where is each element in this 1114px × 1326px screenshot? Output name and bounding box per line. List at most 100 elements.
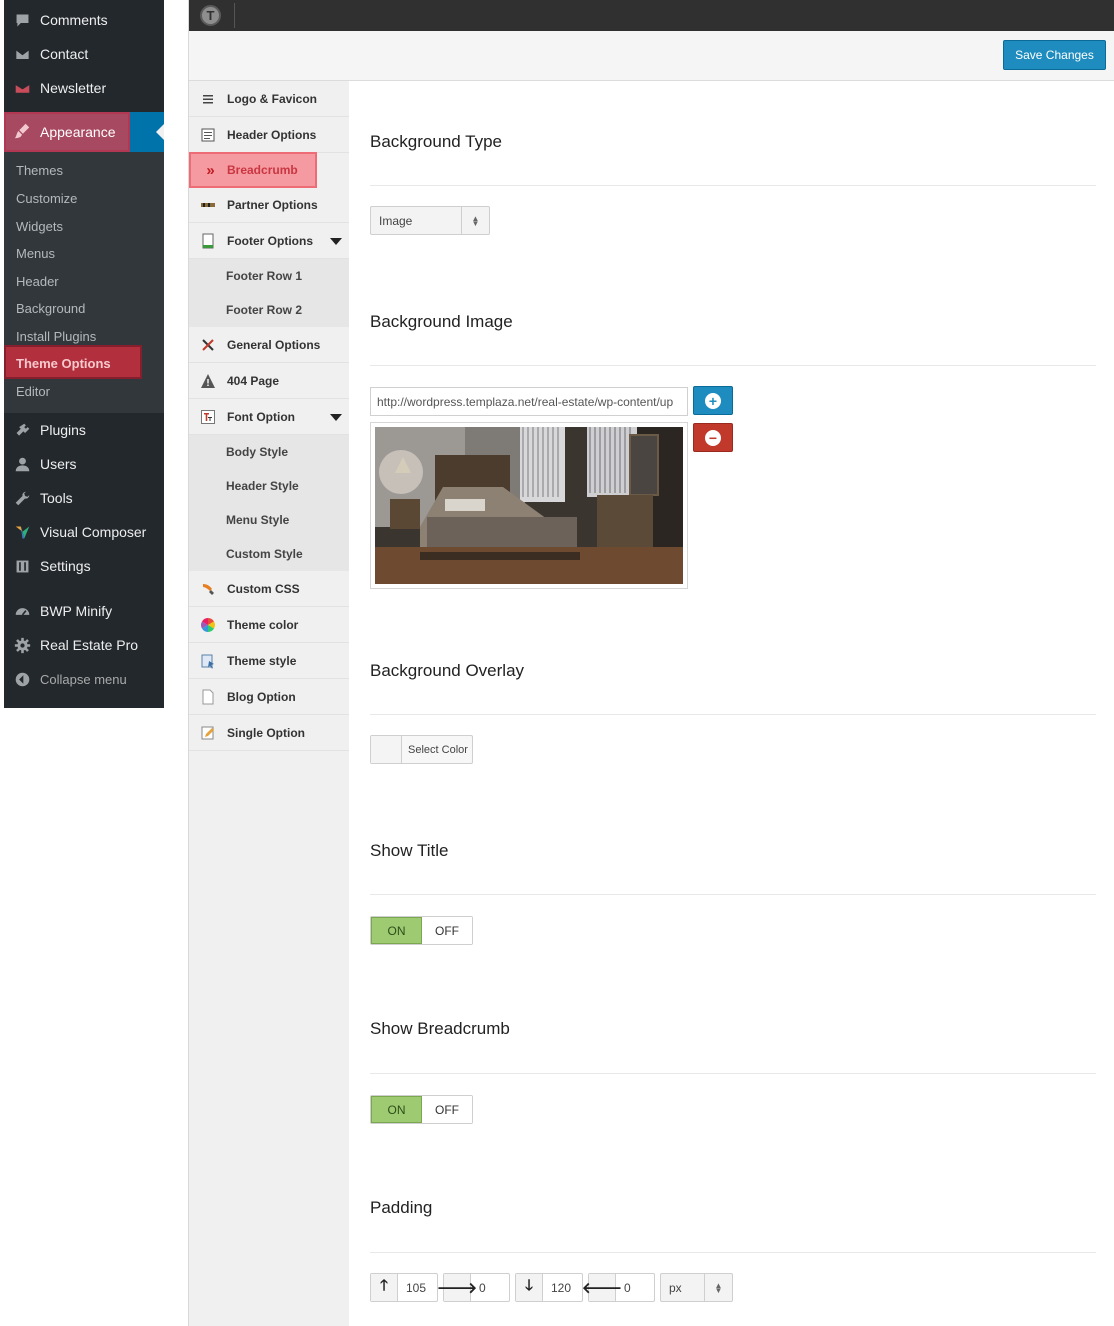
gauge-icon (4, 603, 40, 620)
arrow-left-icon: 🡐 (582, 1274, 622, 1301)
arrow-up-icon: 🡑 (371, 1274, 398, 1301)
show-title-off-button[interactable]: OFF (422, 917, 472, 944)
padding-unit-select[interactable]: px ▲ ▼ (660, 1273, 733, 1302)
templaza-logo-icon: T (200, 5, 221, 26)
wp-menu-label: Plugins (40, 422, 86, 438)
background-type-select[interactable]: Image ▲ ▼ (370, 206, 490, 235)
select-value: Image (379, 214, 413, 228)
menu-header-style[interactable]: Header Style (189, 469, 349, 503)
collapse-menu[interactable]: Collapse menu (4, 662, 164, 696)
wp-menu-comments[interactable]: Comments (4, 3, 164, 37)
edit-page-icon (189, 725, 227, 741)
submenu-background[interactable]: Background (16, 301, 85, 316)
wp-menu-bwp-minify[interactable]: BWP Minify (4, 594, 164, 628)
section-divider (370, 714, 1096, 715)
wp-menu-contact[interactable]: Contact (4, 37, 164, 71)
comment-icon (4, 12, 40, 29)
section-divider (370, 894, 1096, 895)
menu-logo-favicon[interactable]: Logo & Favicon (189, 81, 349, 117)
save-bar: Save Changes (189, 31, 1114, 81)
double-chevron-icon: » (206, 161, 214, 179)
save-changes-button[interactable]: Save Changes (1003, 40, 1106, 70)
submenu-editor[interactable]: Editor (16, 384, 50, 399)
remove-image-button[interactable]: − (693, 423, 733, 452)
wp-menu-tools[interactable]: Tools (4, 481, 164, 515)
theme-options-panel: T Save Changes Logo & Favicon Header Opt… (188, 0, 1114, 1326)
wp-menu-settings[interactable]: Settings (4, 549, 164, 583)
menu-header-options[interactable]: Header Options (189, 117, 349, 153)
options-menu: Logo & Favicon Header Options » Breadcru… (189, 81, 349, 1326)
wp-menu-label: Tools (40, 490, 73, 506)
background-image-url-input[interactable] (370, 387, 688, 416)
show-breadcrumb-off-button[interactable]: OFF (422, 1096, 472, 1123)
newsletter-icon (4, 80, 40, 97)
menu-custom-css[interactable]: Custom CSS (189, 571, 349, 607)
menu-theme-style[interactable]: Theme style (189, 643, 349, 679)
overlay-color-picker[interactable]: Select Color (370, 735, 473, 764)
wrench-icon (4, 490, 40, 507)
menu-label: Header Options (227, 127, 317, 142)
wp-menu-newsletter[interactable]: Newsletter (4, 71, 164, 105)
wp-menu-plugins[interactable]: Plugins (4, 413, 164, 447)
wp-menu-visual-composer[interactable]: Visual Composer (4, 515, 164, 549)
padding-left-value: 0 (624, 1280, 631, 1295)
padding-top-value: 105 (406, 1280, 427, 1295)
select-color-label: Select Color (408, 743, 468, 756)
menu-footer-row-1[interactable]: Footer Row 1 (189, 259, 349, 293)
document-icon (189, 127, 227, 143)
menu-label: General Options (227, 337, 321, 352)
submenu-header[interactable]: Header (16, 274, 59, 289)
menu-font-option[interactable]: Font Option (189, 399, 349, 435)
wp-menu-label: Newsletter (40, 80, 107, 96)
submenu-themes[interactable]: Themes (16, 163, 63, 178)
show-title-on-button[interactable]: ON (371, 917, 422, 944)
show-breadcrumb-toggle: ON OFF (370, 1095, 473, 1124)
padding-left-field[interactable]: 🡐 0 (582, 1273, 655, 1302)
options-topbar: T (189, 0, 1114, 31)
submenu-customize[interactable]: Customize (16, 191, 77, 206)
menu-footer-row-2[interactable]: Footer Row 2 (189, 293, 349, 327)
menu-footer-options[interactable]: Footer Options (189, 223, 349, 259)
menu-general-options[interactable]: General Options (189, 327, 349, 363)
submenu-theme-options[interactable]: Theme Options (16, 356, 111, 371)
partner-strip-icon (189, 197, 227, 213)
wp-menu-label: Real Estate Pro (40, 637, 139, 653)
menu-label: Blog Option (227, 689, 296, 704)
menu-label: Theme color (227, 617, 299, 632)
color-swatch (371, 736, 402, 763)
select-arrows-icon: ▲ ▼ (704, 1274, 732, 1301)
menu-breadcrumb[interactable]: » Breadcrumb (189, 152, 317, 188)
submenu-install-plugins[interactable]: Install Plugins (16, 329, 96, 344)
wp-menu-label: Collapse menu (40, 671, 127, 687)
menu-blog-option[interactable]: Blog Option (189, 679, 349, 715)
padding-right-field[interactable]: 🡒 0 (437, 1273, 510, 1302)
padding-bottom-field[interactable]: 🡓 120 (515, 1273, 583, 1302)
submenu-menus[interactable]: Menus (16, 246, 55, 261)
envelope-icon (4, 46, 40, 63)
menu-404-page[interactable]: 404 Page (189, 363, 349, 399)
menu-single-option[interactable]: Single Option (189, 715, 349, 751)
minus-icon: − (705, 429, 721, 446)
menu-theme-color[interactable]: Theme color (189, 607, 349, 643)
menu-label: Partner Options (227, 197, 318, 212)
add-image-button[interactable]: + (693, 386, 733, 415)
menu-partner-options[interactable]: Partner Options (189, 187, 349, 223)
wp-menu-users[interactable]: Users (4, 447, 164, 481)
gear-icon (4, 637, 40, 654)
paintbrush-icon (13, 122, 31, 140)
arrow-right-icon: 🡒 (437, 1274, 477, 1301)
background-type-title: Background Type (370, 132, 502, 151)
blank-page-icon (189, 689, 227, 705)
select-value: px (669, 1281, 682, 1295)
wp-menu-real-estate-pro[interactable]: Real Estate Pro (4, 628, 164, 662)
font-icon (189, 409, 227, 425)
background-image-preview (370, 422, 688, 589)
show-breadcrumb-on-button[interactable]: ON (371, 1096, 422, 1123)
css-brush-icon (189, 581, 227, 597)
menu-body-style[interactable]: Body Style (189, 435, 349, 469)
menu-menu-style[interactable]: Menu Style (189, 503, 349, 537)
submenu-widgets[interactable]: Widgets (16, 219, 63, 234)
menu-custom-style[interactable]: Custom Style (189, 537, 349, 571)
padding-top-field[interactable]: 🡑 105 (370, 1273, 438, 1302)
plus-icon: + (705, 392, 721, 409)
